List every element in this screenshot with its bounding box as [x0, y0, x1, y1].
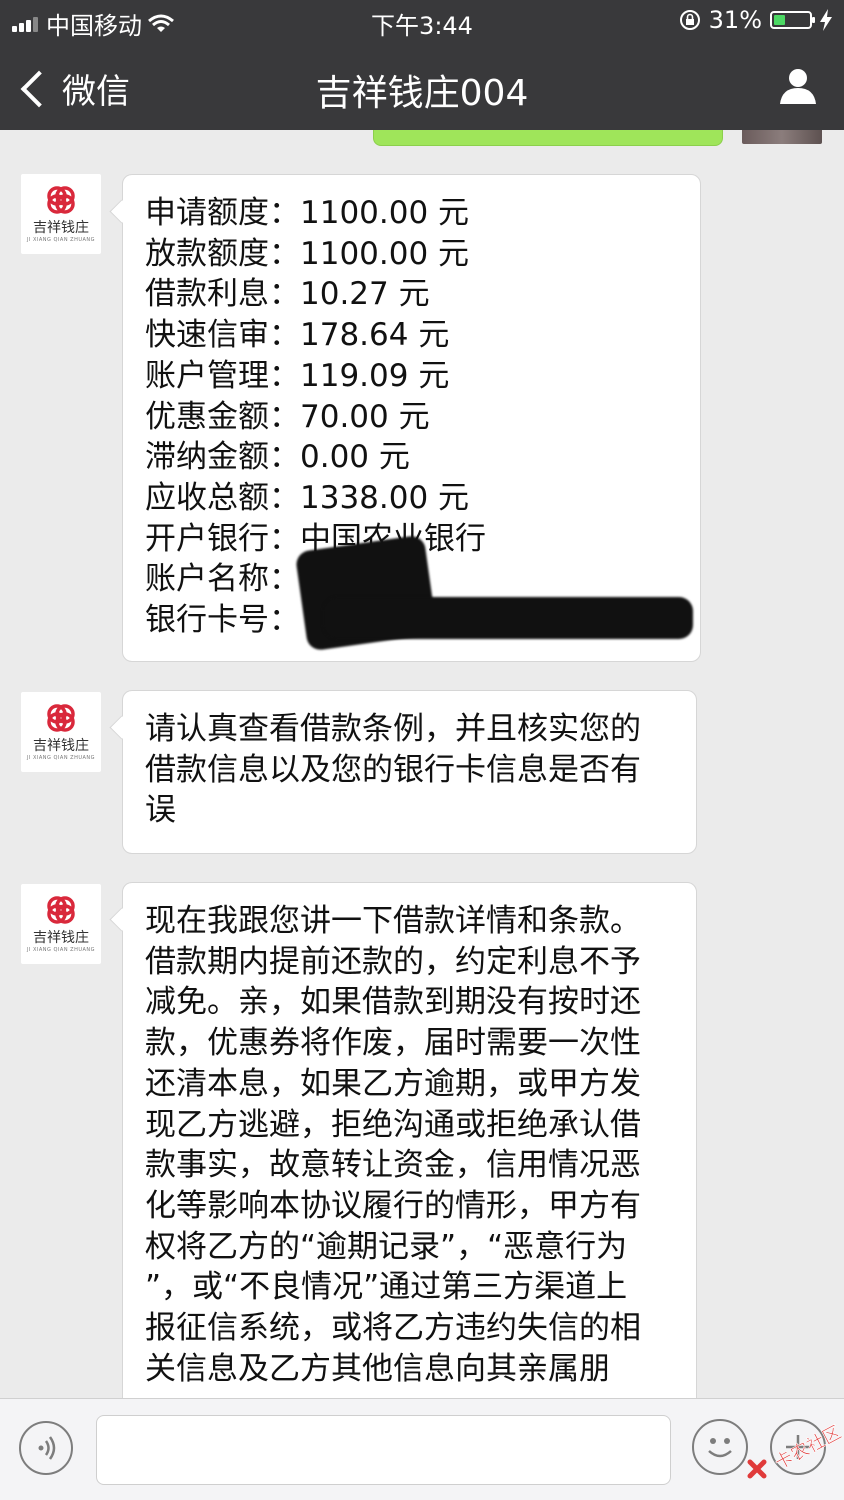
message-bubble[interactable]: 请认真查看借款条例，并且核实您的 借款信息以及您的银行卡信息是否有误	[122, 690, 697, 854]
detail-value: 178.64 元	[300, 317, 450, 354]
message-text-line: 权将乙方的“逾期记录”，“恶意行为	[145, 1228, 628, 1265]
voice-icon	[38, 1436, 56, 1460]
detail-value: 10.27 元	[300, 276, 430, 313]
status-bar: 中国移动 下午3:44 31%	[0, 0, 844, 44]
detail-label: 借款利息：	[145, 276, 300, 313]
detail-row: 借款利息：10.27 元	[145, 274, 678, 315]
detail-row: 优惠金额：70.00 元	[145, 397, 678, 438]
logo-knot-icon	[47, 896, 75, 924]
message-text-line: 化等影响本协议履行的情形，甲方有	[145, 1187, 641, 1224]
battery-icon	[770, 11, 815, 29]
detail-value: 1100.00 元	[300, 235, 470, 272]
message-text-line: 借款信息以及您的银行卡信息是否有	[145, 751, 641, 788]
logo-knot-icon	[47, 186, 75, 214]
nav-bar: 微信 吉祥钱庄004	[0, 44, 844, 130]
message-text-line: 现在我跟您讲一下借款详情和条款。	[145, 903, 641, 939]
avatar-subtitle: JI XIANG QIAN ZHUANG	[26, 947, 96, 953]
avatar-subtitle: JI XIANG QIAN ZHUANG	[26, 755, 96, 761]
message-text-line: 报征信系统，或将乙方违约失信的相	[145, 1310, 641, 1347]
message-input[interactable]	[96, 1415, 671, 1485]
detail-row: 滞纳金额：0.00 元	[145, 437, 678, 478]
detail-row: 快速信审：178.64 元	[145, 315, 678, 356]
message-text-line: ”，或“不良情况”通过第三方渠道上	[145, 1269, 628, 1306]
emoji-icon	[708, 1438, 732, 1458]
logo-knot-icon	[47, 704, 75, 732]
avatar-name: 吉祥钱庄	[33, 930, 89, 946]
detail-label: 账户名称：	[145, 561, 300, 598]
message-text-line: 还清本息，如果乙方逾期，或甲方发	[145, 1065, 641, 1102]
detail-label: 账户管理：	[145, 357, 300, 394]
detail-label: 滞纳金额：	[145, 439, 300, 476]
person-icon[interactable]	[778, 66, 818, 106]
chat-area[interactable]: 吉祥钱庄 JI XIANG QIAN ZHUANG 申请额度：1100.00 元…	[0, 130, 844, 1398]
detail-label: 申请额度：	[145, 195, 300, 231]
message-text-line: 现乙方逃避，拒绝沟通或拒绝承认借	[145, 1106, 641, 1143]
detail-row: 申请额度：1100.00 元	[145, 193, 678, 234]
avatar-name: 吉祥钱庄	[33, 738, 89, 754]
avatar-subtitle: JI XIANG QIAN ZHUANG	[26, 237, 96, 243]
avatar-name: 吉祥钱庄	[33, 220, 89, 236]
detail-row: 账户管理：119.09 元	[145, 356, 678, 397]
message-text-line: 关信息及乙方其他信息向其亲属朋	[145, 1350, 610, 1387]
message-text-line: 款，优惠券将作废，届时需要一次性	[145, 1025, 641, 1062]
detail-value: 70.00 元	[300, 398, 430, 435]
detail-value: 1338.00 元	[300, 479, 470, 516]
message-bubble[interactable]: 申请额度：1100.00 元放款额度：1100.00 元借款利息：10.27 元…	[122, 174, 701, 662]
message-text-line: 减免。亲，如果借款到期没有按时还	[145, 984, 641, 1021]
previous-sent-bubble[interactable]	[373, 130, 723, 146]
rotation-lock-icon	[679, 10, 700, 30]
message-text-line: 请认真查看借款条例，并且核实您的	[145, 711, 641, 747]
input-bar	[0, 1398, 844, 1500]
chat-title: 吉祥钱庄004	[315, 73, 529, 114]
message-text-line: 款事实，故意转让资金，信用情况恶	[145, 1147, 641, 1184]
detail-value: 119.09 元	[300, 357, 450, 394]
detail-label: 快速信审：	[145, 317, 300, 354]
detail-label: 银行卡号：	[145, 602, 300, 639]
battery-percent: 31%	[708, 6, 762, 34]
detail-row: 放款额度：1100.00 元	[145, 234, 678, 275]
avatar[interactable]: 吉祥钱庄 JI XIANG QIAN ZHUANG	[21, 174, 101, 254]
message-bubble[interactable]: 现在我跟您讲一下借款详情和条款。 借款期内提前还款的，约定利息不予 减免。亲，如果借…	[122, 882, 697, 1398]
avatar[interactable]: 吉祥钱庄 JI XIANG QIAN ZHUANG	[21, 692, 101, 772]
detail-label: 放款额度：	[145, 235, 300, 272]
detail-label: 应收总额：	[145, 479, 300, 516]
own-avatar[interactable]	[742, 130, 822, 144]
charging-icon	[820, 9, 832, 31]
watermark-text: 卡农社区	[771, 1422, 844, 1474]
message-text-line: 误	[145, 792, 176, 829]
voice-button[interactable]	[19, 1421, 73, 1475]
avatar[interactable]: 吉祥钱庄 JI XIANG QIAN ZHUANG	[21, 884, 101, 964]
redaction-scribble	[323, 597, 693, 639]
detail-label: 优惠金额：	[145, 398, 300, 435]
watermark-logo: 卡农社区	[747, 1422, 844, 1479]
detail-value: 1100.00 元	[300, 195, 470, 231]
detail-value: 0.00 元	[300, 439, 410, 476]
message-text-line: 借款期内提前还款的，约定利息不予	[145, 943, 641, 980]
detail-label: 开户银行：	[145, 520, 300, 557]
detail-row: 应收总额：1338.00 元	[145, 478, 678, 519]
